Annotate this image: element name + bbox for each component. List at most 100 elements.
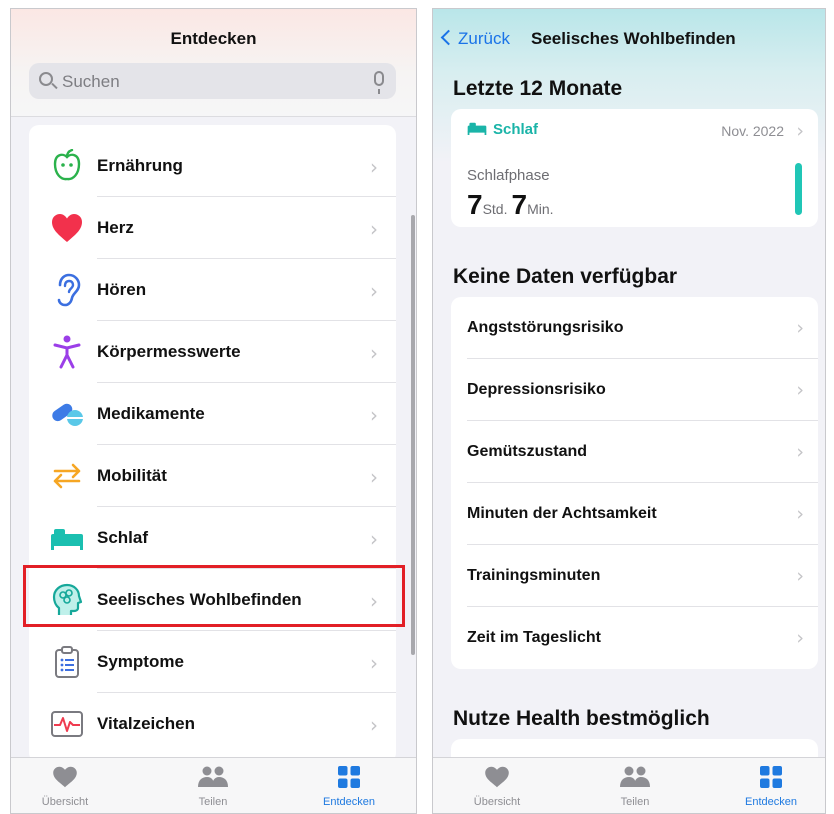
sleep-category-label: Schlaf [493,121,539,138]
list-item-label: Symptome [97,652,184,671]
bed-icon [49,520,85,556]
list-item-label: Herz [97,218,134,237]
list-item-symptome[interactable]: Symptome › [29,631,396,693]
chevron-right-icon: › [370,465,378,489]
chevron-right-icon: › [370,713,378,737]
bed-icon [467,121,487,139]
arrows-icon [49,458,85,494]
sleep-hours: 7 [467,189,483,220]
chevron-right-icon: › [796,379,804,401]
left-screen: Entdecken Suchen Ernährung › Herz › Höre… [10,8,417,814]
chevron-right-icon: › [370,279,378,303]
header: Entdecken Suchen [11,9,416,117]
pills-icon [49,396,85,432]
list-item-mobilitaet[interactable]: Mobilität › [29,445,396,507]
list-item-label: Depressionsrisiko [467,381,606,398]
back-label: Zurück [458,29,510,48]
ear-icon [49,272,85,308]
category-list: Ernährung › Herz › Hören › Körpermesswer… [29,125,396,763]
chevron-right-icon: › [370,589,378,613]
sleep-metric-label: Schlafphase [467,167,550,184]
page-title: Entdecken [170,29,257,48]
tab-uebersicht[interactable]: Übersicht [15,758,115,813]
section-title-tips: Nutze Health bestmöglich [453,707,710,730]
list-item-depressionsrisiko[interactable]: Depressionsrisiko › [451,359,818,421]
list-item-tageslicht[interactable]: Zeit im Tageslicht › [451,607,818,669]
back-button[interactable]: Zurück [440,29,510,49]
nodata-list: Angststörungsrisiko › Depressionsrisiko … [451,297,818,669]
sleep-date: Nov. 2022 [721,123,784,139]
list-item-label: Körpermesswerte [97,342,241,361]
clipboard-icon [49,644,85,680]
tab-label: Entdecken [323,796,375,808]
tab-bar: Übersicht Teilen Entdecken [433,757,825,813]
list-item-trainingsminuten[interactable]: Trainingsminuten › [451,545,818,607]
list-item-label: Ernährung [97,156,183,175]
tab-teilen[interactable]: Teilen [163,758,263,813]
chevron-left-icon [440,29,457,46]
section-title-nodata: Keine Daten verfügbar [453,265,678,288]
list-item-angststoerungsrisiko[interactable]: Angststörungsrisiko › [451,297,818,359]
sleep-minutes-unit: Min. [527,201,554,217]
vitals-icon [49,706,85,742]
list-item-achtsamkeit[interactable]: Minuten der Achtsamkeit › [451,483,818,545]
list-item-label: Schlaf [97,528,149,547]
heart-icon [52,766,78,793]
apple-icon [49,148,85,184]
tab-label: Teilen [198,796,228,808]
tab-label: Entdecken [745,796,797,808]
search-placeholder: Suchen [62,72,120,91]
list-item-vitalzeichen[interactable]: Vitalzeichen › [29,693,396,755]
scrollbar[interactable] [411,215,415,655]
chevron-right-icon: › [796,441,804,463]
list-item-gemuetszustand[interactable]: Gemütszustand › [451,421,818,483]
list-item-herz[interactable]: Herz › [29,197,396,259]
chevron-right-icon: › [370,217,378,241]
list-item-label: Angststörungsrisiko [467,319,624,336]
right-screen: Zurück Seelisches Wohlbefinden Letzte 12… [432,8,826,814]
chevron-right-icon: › [796,120,804,142]
list-item-label: Minuten der Achtsamkeit [467,505,657,522]
tab-teilen[interactable]: Teilen [585,758,685,813]
chevron-right-icon: › [370,341,378,365]
chevron-right-icon: › [796,317,804,339]
tab-bar: Übersicht Teilen Entdecken [11,757,416,813]
heart-icon [49,210,85,246]
section-title-recent: Letzte 12 Monate [453,77,623,100]
tab-label: Übersicht [41,796,89,808]
tab-entdecken[interactable]: Entdecken [721,758,821,813]
search-icon [39,72,53,86]
list-item-ernaehrung[interactable]: Ernährung › [29,135,396,197]
list-item-label: Hören [97,280,147,299]
list-item-label: Zeit im Tageslicht [467,629,601,646]
list-item-label: Trainingsminuten [467,567,601,584]
page-title: Seelisches Wohlbefinden [531,29,736,48]
chevron-right-icon: › [796,503,804,525]
tab-uebersicht[interactable]: Übersicht [447,758,547,813]
list-item-label: Mobilität [97,466,167,485]
list-item-koerpermesswerte[interactable]: Körpermesswerte › [29,321,396,383]
tab-entdecken[interactable]: Entdecken [299,758,399,813]
list-item-seelisches-wohlbefinden[interactable]: Seelisches Wohlbefinden › [29,569,396,631]
sleep-chart-bar [795,163,802,215]
chevron-right-icon: › [370,403,378,427]
list-item-label: Medikamente [97,404,205,423]
sleep-value: 7Std. 7Min. [467,189,558,221]
figure-icon [49,334,85,370]
chevron-right-icon: › [796,565,804,587]
tab-label: Teilen [620,796,650,808]
list-item-label: Vitalzeichen [97,714,195,733]
sleep-card[interactable]: Schlaf Nov. 2022 › Schlafphase 7Std. 7Min… [451,109,818,227]
sleep-hours-unit: Std. [482,201,508,217]
grid-icon [338,766,360,793]
list-item-hoeren[interactable]: Hören › [29,259,396,321]
heart-icon [484,766,510,793]
list-item-medikamente[interactable]: Medikamente › [29,383,396,445]
search-field[interactable]: Suchen [29,63,396,99]
list-item-schlaf[interactable]: Schlaf › [29,507,396,569]
microphone-icon[interactable] [374,71,384,94]
sleep-minutes: 7 [511,189,528,220]
people-icon [197,766,229,793]
grid-icon [760,766,782,793]
people-icon [619,766,651,793]
